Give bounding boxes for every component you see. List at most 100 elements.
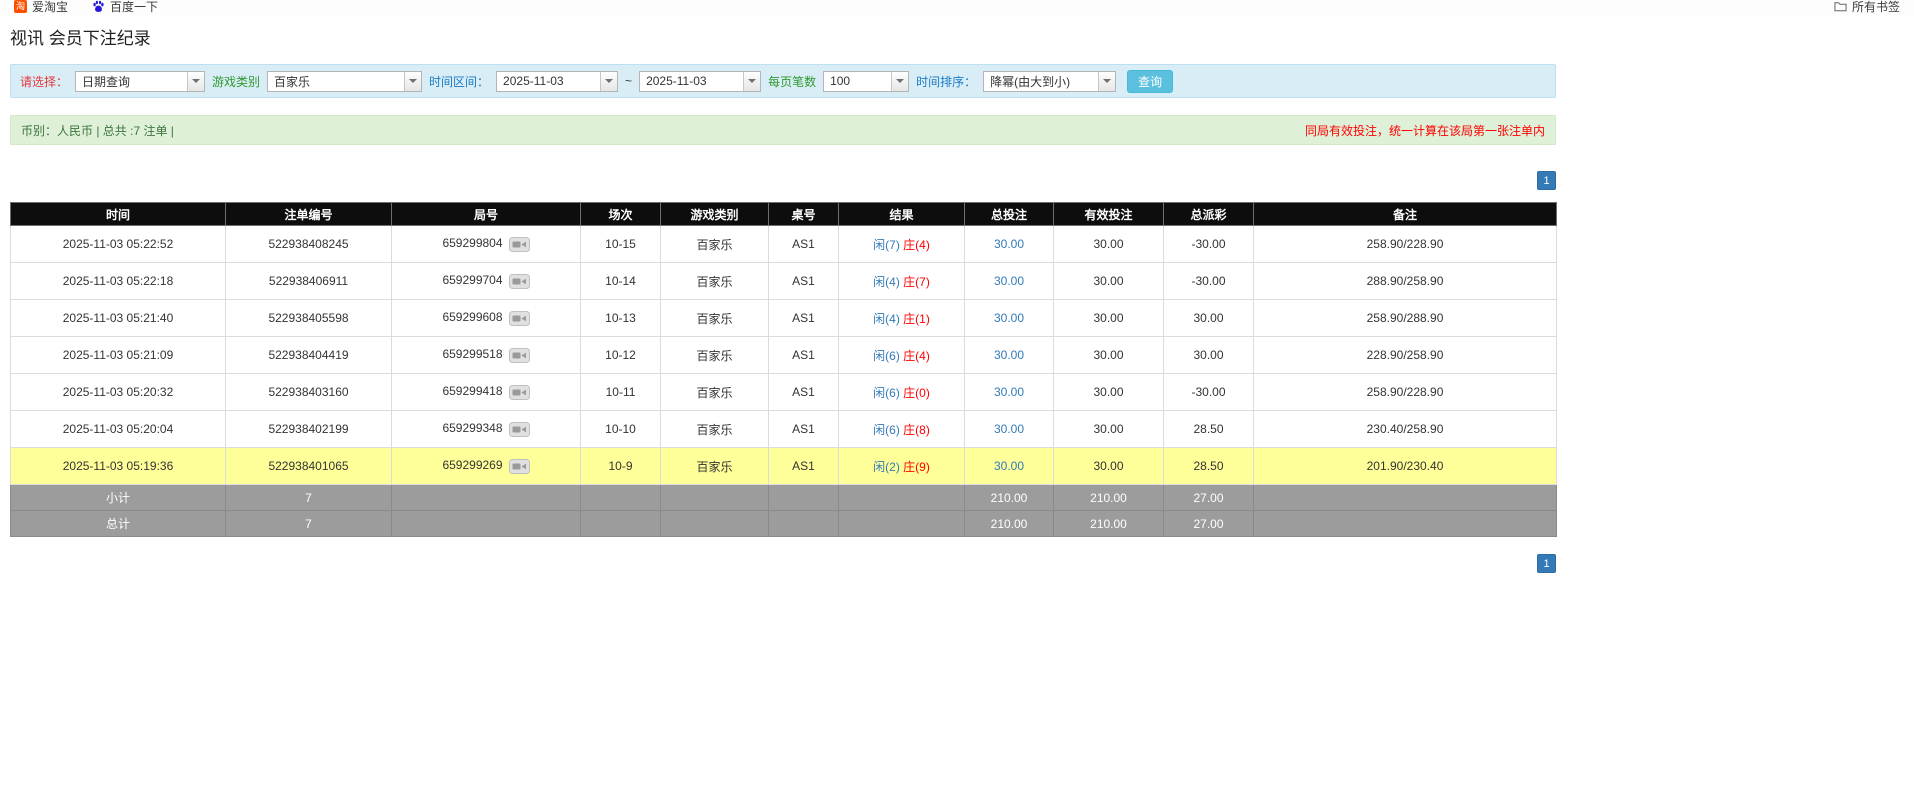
sort-order-value: 降幂(由大到小) — [990, 74, 1071, 89]
table-row: 2025-11-03 05:20:32 522938403160 659299418… — [10, 373, 1557, 411]
video-replay-icon[interactable] — [508, 273, 530, 289]
total-bet-cell: 30.00 — [964, 336, 1054, 374]
total-bet-cell: 30.00 — [964, 299, 1054, 337]
chevron-down-icon[interactable] — [187, 71, 205, 91]
all-bookmarks-button[interactable]: 所有书签 — [1834, 0, 1900, 15]
subtotal-row: 小计 7 210.00 210.00 27.00 — [10, 484, 1557, 511]
total-bet-cell: 30.00 — [964, 373, 1054, 411]
remark-cell: 228.90/258.90 — [1253, 336, 1557, 374]
time-cell: 2025-11-03 05:20:04 — [10, 410, 226, 448]
total-bet-link[interactable]: 30.00 — [994, 274, 1024, 288]
grand-total-count-cell: 7 — [225, 510, 392, 537]
time-cell: 2025-11-03 05:22:18 — [10, 262, 226, 300]
date-to-select[interactable]: 2025-11-03 — [639, 70, 762, 92]
session-cell: 10-10 — [580, 410, 661, 448]
bet-id-cell: 522938406911 — [225, 262, 392, 300]
bet-id-cell: 522938408245 — [225, 225, 392, 263]
sort-order-select[interactable]: 降幂(由大到小) — [983, 70, 1117, 92]
header-table-no: 桌号 — [768, 202, 839, 226]
result-cell: 闲(6) 庄(0) — [838, 373, 965, 411]
valid-bet-cell: 30.00 — [1053, 410, 1164, 448]
page-size-label: 每页笔数 — [768, 74, 817, 89]
bet-id-cell: 522938405598 — [225, 299, 392, 337]
session-cell: 10-13 — [580, 299, 661, 337]
table-no-cell: AS1 — [768, 336, 839, 374]
video-replay-icon[interactable] — [508, 236, 530, 252]
empty-cell — [838, 510, 965, 537]
round-cell: 659299608 — [391, 299, 581, 337]
bookmark-baidu[interactable]: 百度一下 — [92, 0, 158, 15]
empty-cell — [768, 484, 839, 511]
payout-cell: -30.00 — [1163, 225, 1254, 263]
header-valid-bet: 有效投注 — [1053, 202, 1164, 226]
payout-cell: -30.00 — [1163, 373, 1254, 411]
chevron-down-icon[interactable] — [600, 71, 618, 91]
subtotal-total-bet-cell: 210.00 — [964, 484, 1054, 511]
total-bet-link[interactable]: 30.00 — [994, 237, 1024, 251]
chevron-down-icon[interactable] — [404, 71, 422, 91]
baidu-paw-icon — [92, 0, 105, 13]
game-type-cell: 百家乐 — [660, 447, 769, 485]
valid-bet-cell: 30.00 — [1053, 336, 1164, 374]
header-result: 结果 — [838, 202, 965, 226]
empty-cell — [580, 484, 661, 511]
bookmarks-left-group: 淘 爱淘宝 百度一下 — [14, 0, 182, 15]
search-button[interactable]: 查询 — [1127, 69, 1174, 93]
date-from-select[interactable]: 2025-11-03 — [496, 70, 619, 92]
empty-cell — [838, 484, 965, 511]
query-type-value: 日期查询 — [82, 74, 131, 89]
bet-id-cell: 522938404419 — [225, 336, 392, 374]
total-bet-link[interactable]: 30.00 — [994, 311, 1024, 325]
subtotal-valid-bet-cell: 210.00 — [1053, 484, 1164, 511]
table-row: 2025-11-03 05:22:52 522938408245 659299804… — [10, 225, 1557, 263]
summary-notice-text: 同局有效投注，统一计算在该局第一张注单内 — [1304, 123, 1545, 138]
header-remark: 备注 — [1253, 202, 1557, 226]
table-row: 2025-11-03 05:21:40 522938405598 659299608… — [10, 299, 1557, 337]
round-cell: 659299518 — [391, 336, 581, 374]
payout-cell: 30.00 — [1163, 336, 1254, 374]
video-replay-icon[interactable] — [508, 384, 530, 400]
game-type-cell: 百家乐 — [660, 225, 769, 263]
pagination-bottom: 1 — [10, 554, 1556, 573]
chevron-down-icon[interactable] — [891, 71, 909, 91]
total-bet-cell: 30.00 — [964, 225, 1054, 263]
result-banker: 庄(0) — [903, 385, 930, 400]
video-replay-icon[interactable] — [508, 347, 530, 363]
grand-total-payout-cell: 27.00 — [1163, 510, 1254, 537]
session-cell: 10-9 — [580, 447, 661, 485]
remark-cell: 258.90/228.90 — [1253, 225, 1557, 263]
game-type-select[interactable]: 百家乐 — [267, 70, 423, 92]
total-bet-link[interactable]: 30.00 — [994, 422, 1024, 436]
round-id: 659299348 — [442, 421, 503, 436]
round-cell: 659299804 — [391, 225, 581, 263]
round-id: 659299269 — [442, 458, 503, 473]
query-type-select[interactable]: 日期查询 — [75, 70, 206, 92]
total-bet-link[interactable]: 30.00 — [994, 385, 1024, 399]
grand-total-valid-bet-cell: 210.00 — [1053, 510, 1164, 537]
chevron-down-icon[interactable] — [743, 71, 761, 91]
bookmark-aitaobao[interactable]: 淘 爱淘宝 — [14, 0, 68, 15]
time-cell: 2025-11-03 05:22:52 — [10, 225, 226, 263]
page-button-1[interactable]: 1 — [1537, 554, 1556, 573]
valid-bet-cell: 30.00 — [1053, 225, 1164, 263]
total-bet-link[interactable]: 30.00 — [994, 459, 1024, 473]
folder-icon — [1834, 0, 1847, 13]
session-cell: 10-14 — [580, 262, 661, 300]
grand-total-label-cell: 总计 — [10, 510, 226, 537]
video-replay-icon[interactable] — [508, 310, 530, 326]
page-size-select[interactable]: 100 — [823, 70, 910, 92]
video-replay-icon[interactable] — [508, 421, 530, 437]
pagination-top: 1 — [10, 171, 1556, 190]
taobao-icon: 淘 — [14, 0, 27, 13]
summary-currency-text: 币别：人民币 | 总共 :7 注单 | — [21, 123, 174, 138]
chevron-down-icon[interactable] — [1098, 71, 1116, 91]
header-payout: 总派彩 — [1163, 202, 1254, 226]
page-button-1[interactable]: 1 — [1537, 171, 1556, 190]
video-replay-icon[interactable] — [508, 458, 530, 474]
round-id: 659299704 — [442, 273, 503, 288]
game-type-label: 游戏类别 — [212, 74, 261, 89]
filter-bar: 请选择： 日期查询 游戏类别 百家乐 时间区间： 2025-11-03 ~ 20… — [10, 64, 1556, 98]
time-cell: 2025-11-03 05:20:32 — [10, 373, 226, 411]
result-player: 闲(6) — [873, 422, 900, 437]
total-bet-link[interactable]: 30.00 — [994, 348, 1024, 362]
